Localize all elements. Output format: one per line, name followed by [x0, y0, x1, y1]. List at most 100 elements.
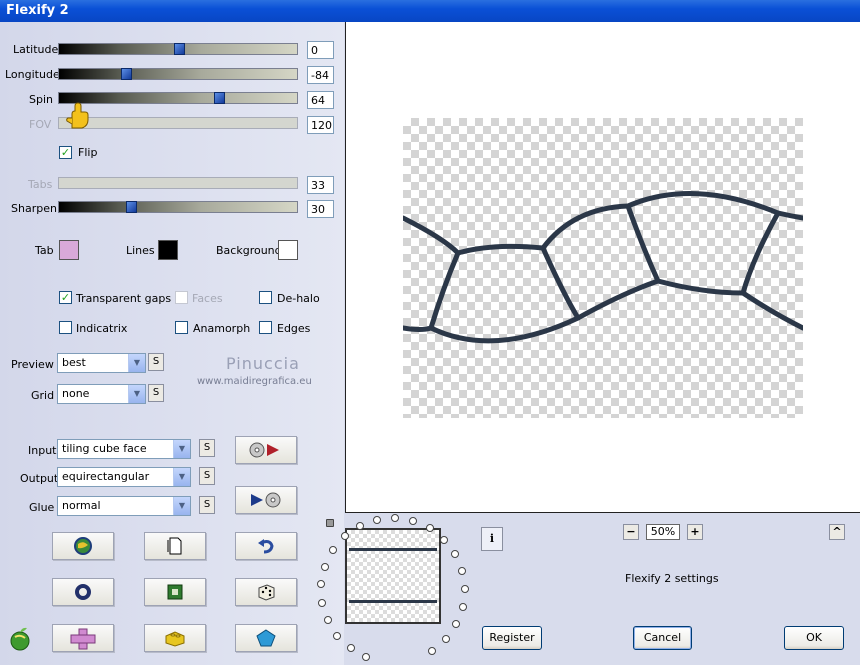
grid-label: Grid	[31, 389, 55, 402]
faces-checkbox[interactable]	[175, 291, 188, 304]
tab-color-label: Tab	[35, 244, 54, 257]
transparent-gaps-label: Transparent gaps	[76, 292, 172, 305]
rotation-dial-dot[interactable]	[427, 646, 436, 655]
longitude-field[interactable]: -84	[307, 66, 334, 84]
globe-icon	[74, 537, 92, 555]
grid-select[interactable]: none ▼	[57, 384, 146, 404]
input-s-button[interactable]: S	[199, 439, 215, 457]
pentagon-shape-button[interactable]	[235, 624, 297, 652]
longitude-slider-thumb[interactable]	[121, 68, 132, 80]
latitude-label: Latitude	[13, 43, 59, 56]
cancel-button[interactable]: Cancel	[633, 626, 692, 650]
rotation-dial-dot[interactable]	[373, 515, 382, 524]
rotation-dial-dot[interactable]	[320, 562, 329, 571]
window-title: Flexify 2	[6, 3, 69, 18]
info-button[interactable]: i	[481, 527, 503, 551]
rotation-dial-dot[interactable]	[346, 644, 355, 653]
tabs-slider[interactable]	[58, 177, 298, 189]
tabs-field[interactable]: 33	[307, 176, 334, 194]
square-icon	[167, 584, 183, 600]
cross-shape-button[interactable]	[52, 624, 114, 652]
de-halo-checkbox[interactable]	[259, 291, 272, 304]
rotation-dial-dot[interactable]	[441, 635, 450, 644]
chain-link-render	[403, 191, 803, 344]
latitude-field[interactable]: 0	[307, 41, 334, 59]
square-shape-button[interactable]	[144, 578, 206, 606]
cd-forward-icon	[249, 442, 279, 458]
block-icon	[165, 631, 185, 647]
output-select[interactable]: equirectangular ▼	[57, 467, 191, 487]
glue-select[interactable]: normal ▼	[57, 496, 191, 516]
chevron-down-icon[interactable]: ▼	[173, 440, 190, 458]
forward-transform-button[interactable]	[235, 436, 297, 464]
register-button[interactable]: Register	[482, 626, 542, 650]
glue-select-value: normal	[62, 499, 101, 512]
grid-select-value: none	[62, 387, 90, 400]
chevron-down-icon[interactable]: ▼	[128, 354, 145, 372]
flip-label: Flip	[78, 146, 98, 159]
ring-shape-button[interactable]	[52, 578, 114, 606]
latitude-slider[interactable]	[58, 43, 298, 55]
anamorph-checkbox[interactable]	[175, 321, 188, 334]
output-label: Output	[20, 472, 59, 485]
spin-field[interactable]: 64	[307, 91, 334, 109]
background-color-swatch[interactable]	[278, 240, 298, 260]
random-dice-button[interactable]	[235, 578, 297, 606]
cross-shape-icon	[70, 628, 96, 650]
cd-backward-icon	[251, 492, 281, 508]
grid-s-button[interactable]: S	[148, 384, 164, 402]
watermark-name: Pinuccia	[226, 354, 300, 373]
spin-slider[interactable]	[58, 92, 298, 104]
faces-label: Faces	[192, 292, 223, 305]
edges-label: Edges	[277, 322, 311, 335]
edges-checkbox[interactable]	[259, 321, 272, 334]
indicatrix-label: Indicatrix	[76, 322, 128, 335]
input-select-value: tiling cube face	[62, 442, 147, 455]
preview-s-button[interactable]: S	[148, 353, 164, 371]
zoom-out-button[interactable]: −	[623, 524, 639, 540]
spin-slider-thumb[interactable]	[214, 92, 225, 104]
background-color-label: Background	[216, 244, 282, 257]
output-s-button[interactable]: S	[199, 467, 215, 485]
chevron-down-icon[interactable]: ▼	[173, 468, 190, 486]
output-select-value: equirectangular	[62, 470, 150, 483]
sharpen-slider-thumb[interactable]	[126, 201, 137, 213]
input-select[interactable]: tiling cube face ▼	[57, 439, 191, 459]
sharpen-field[interactable]: 30	[307, 200, 334, 218]
glue-label: Glue	[29, 501, 55, 514]
rotation-dial-dot[interactable]	[333, 631, 342, 640]
rotation-dial-dot[interactable]	[356, 521, 365, 530]
new-page-button[interactable]	[144, 532, 206, 560]
settings-label: Flexify 2 settings	[625, 572, 719, 585]
navigator-origin-handle[interactable]	[326, 519, 334, 527]
ok-button[interactable]: OK	[784, 626, 844, 650]
preview-select[interactable]: best ▼	[57, 353, 146, 373]
de-halo-label: De-halo	[277, 292, 320, 305]
title-bar: Flexify 2	[0, 0, 860, 22]
collapse-button[interactable]: ^	[829, 524, 845, 540]
apple-logo-icon[interactable]	[8, 626, 32, 652]
longitude-slider[interactable]	[58, 68, 298, 80]
chevron-down-icon[interactable]: ▼	[173, 497, 190, 515]
lines-color-swatch[interactable]	[158, 240, 178, 260]
zoom-in-button[interactable]: +	[687, 524, 703, 540]
rotation-dial-dot[interactable]	[323, 616, 332, 625]
sharpen-slider[interactable]	[58, 201, 298, 213]
transparent-gaps-checkbox[interactable]: ✓	[59, 291, 72, 304]
zoom-level[interactable]: 50%	[646, 524, 680, 540]
flip-checkbox[interactable]: ✓	[59, 146, 72, 159]
chevron-down-icon[interactable]: ▼	[128, 385, 145, 403]
randomize-globe-button[interactable]	[52, 532, 114, 560]
indicatrix-checkbox[interactable]	[59, 321, 72, 334]
thumbnail-line	[349, 600, 437, 603]
glue-s-button[interactable]: S	[199, 496, 215, 514]
thumbnail-navigator[interactable]	[345, 528, 441, 624]
backward-transform-button[interactable]	[235, 486, 297, 514]
fov-slider[interactable]	[58, 117, 298, 129]
tab-color-swatch[interactable]	[59, 240, 79, 260]
fov-field[interactable]: 120	[307, 116, 334, 134]
rotation-dial-dot[interactable]	[318, 598, 327, 607]
block-shape-button[interactable]	[144, 624, 206, 652]
undo-button[interactable]	[235, 532, 297, 560]
latitude-slider-thumb[interactable]	[174, 43, 185, 55]
